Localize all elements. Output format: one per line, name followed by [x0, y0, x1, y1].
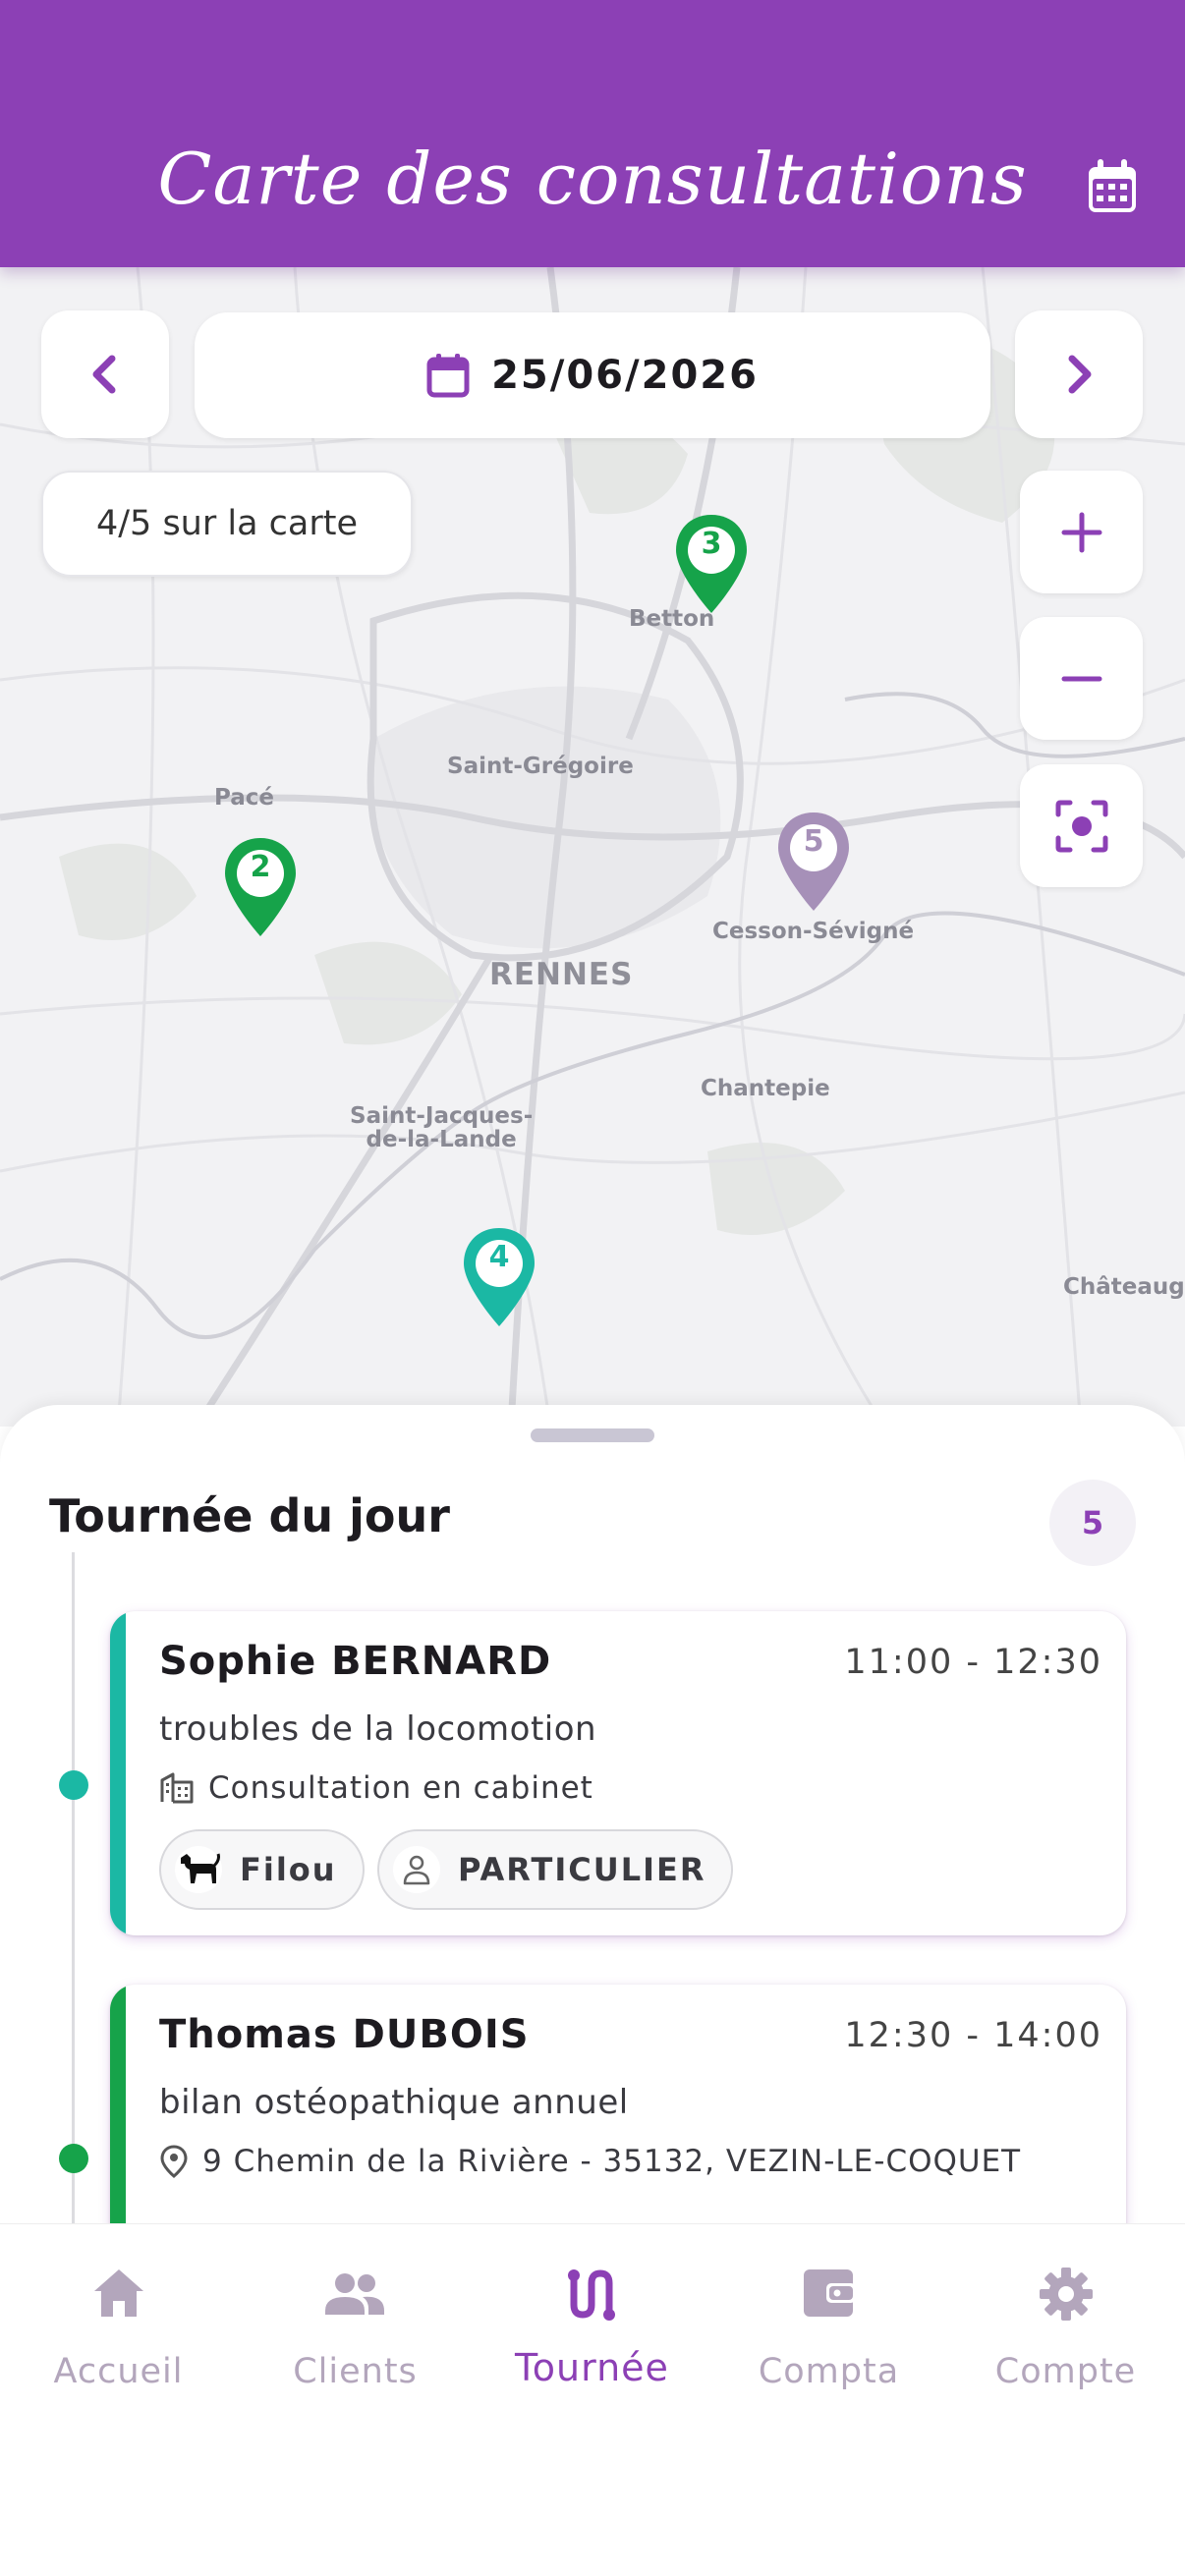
- timeline-dot: [59, 2144, 88, 2173]
- animal-chip[interactable]: Filou: [159, 1829, 365, 1910]
- nav-compta[interactable]: Compta: [710, 2224, 947, 2411]
- client-name: Thomas DUBOIS: [159, 2012, 530, 2057]
- calendar-icon[interactable]: [1085, 157, 1140, 216]
- date-selector[interactable]: 25/06/2026: [195, 312, 990, 438]
- map-marker-2[interactable]: 2: [221, 834, 300, 942]
- home-icon: [94, 2269, 143, 2317]
- consultation-time: 11:00 - 12:30: [844, 1643, 1102, 1682]
- people-icon: [325, 2273, 384, 2315]
- map-label-pace: Pacé: [214, 785, 274, 811]
- map-label-cesson: Cesson-Sévigné: [712, 919, 915, 944]
- map-marker-4[interactable]: 4: [460, 1224, 538, 1332]
- map-marker-3[interactable]: 3: [672, 511, 751, 619]
- app-header: Carte des consultations: [0, 0, 1185, 267]
- timeline-dot: [59, 1770, 88, 1800]
- map-label-rennes: RENNES: [489, 957, 634, 992]
- nav-tournee[interactable]: Tournée: [474, 2224, 710, 2411]
- consultation-reason: troubles de la locomotion: [159, 1709, 597, 1749]
- bottom-navigation: Accueil Clients Tournée Compta Compte: [0, 2223, 1185, 2576]
- gear-icon: [1040, 2268, 1093, 2321]
- consultation-card[interactable]: Thomas DUBOIS 12:30 - 14:00 bilan ostéop…: [110, 1985, 1126, 2230]
- client-name: Sophie BERNARD: [159, 1639, 552, 1684]
- consultations-count-badge: 5: [1049, 1480, 1136, 1566]
- next-day-button[interactable]: [1015, 310, 1143, 438]
- map-label-saint-gregoire: Saint-Grégoire: [447, 754, 634, 779]
- markers-count-badge: 4/5 sur la carte: [41, 471, 413, 577]
- focus-center-icon: [1055, 800, 1107, 852]
- nav-compte[interactable]: Compte: [947, 2224, 1184, 2411]
- recenter-button[interactable]: [1020, 764, 1143, 887]
- sheet-drag-handle[interactable]: [531, 1428, 654, 1442]
- card-accent-bar: [110, 1985, 126, 2230]
- timeline-line: [72, 1552, 75, 2230]
- consultation-location: 9 Chemin de la Rivière - 35132, VEZIN-LE…: [159, 2144, 1021, 2179]
- map-marker-5[interactable]: 5: [774, 809, 853, 917]
- wallet-icon: [804, 2269, 856, 2317]
- consultation-location: Consultation en cabinet: [159, 1770, 593, 1806]
- person-icon: [393, 1846, 440, 1893]
- zoom-out-button[interactable]: [1020, 617, 1143, 740]
- plus-icon: [1061, 512, 1101, 552]
- consultation-time: 12:30 - 14:00: [844, 2016, 1102, 2055]
- calendar-icon: [426, 354, 470, 398]
- minus-icon: [1061, 676, 1101, 681]
- client-type-chip[interactable]: PARTICULIER: [377, 1829, 734, 1910]
- pin-icon: [160, 2145, 188, 2178]
- consultation-card[interactable]: Sophie BERNARD 11:00 - 12:30 troubles de…: [110, 1611, 1126, 1935]
- chevron-left-icon: [92, 355, 116, 394]
- zoom-in-button[interactable]: [1020, 471, 1143, 593]
- chevron-right-icon: [1068, 355, 1092, 394]
- nav-accueil[interactable]: Accueil: [0, 2224, 237, 2411]
- sheet-title: Tournée du jour: [49, 1489, 450, 1542]
- map-label-chantepie: Chantepie: [701, 1076, 830, 1101]
- building-icon: [160, 1772, 194, 1804]
- map-background: [0, 267, 1185, 1427]
- current-date: 25/06/2026: [491, 353, 759, 398]
- card-accent-bar: [110, 1611, 126, 1935]
- map-view[interactable]: Betton Saint-Grégoire Pacé Cesson-Sévign…: [0, 267, 1185, 1427]
- dog-icon: [175, 1846, 222, 1893]
- day-tour-sheet: Tournée du jour 5 Sophie BERNARD 11:00 -…: [0, 1405, 1185, 2230]
- previous-day-button[interactable]: [41, 310, 169, 438]
- route-icon: [568, 2269, 615, 2321]
- map-label-chateaugiron: Châteaug: [1063, 1274, 1185, 1300]
- page-title: Carte des consultations: [157, 138, 1028, 220]
- map-label-saint-jacques: Saint-Jacques- de-la-Lande: [350, 1103, 534, 1153]
- nav-clients[interactable]: Clients: [237, 2224, 474, 2411]
- consultation-reason: bilan ostéopathique annuel: [159, 2083, 629, 2122]
